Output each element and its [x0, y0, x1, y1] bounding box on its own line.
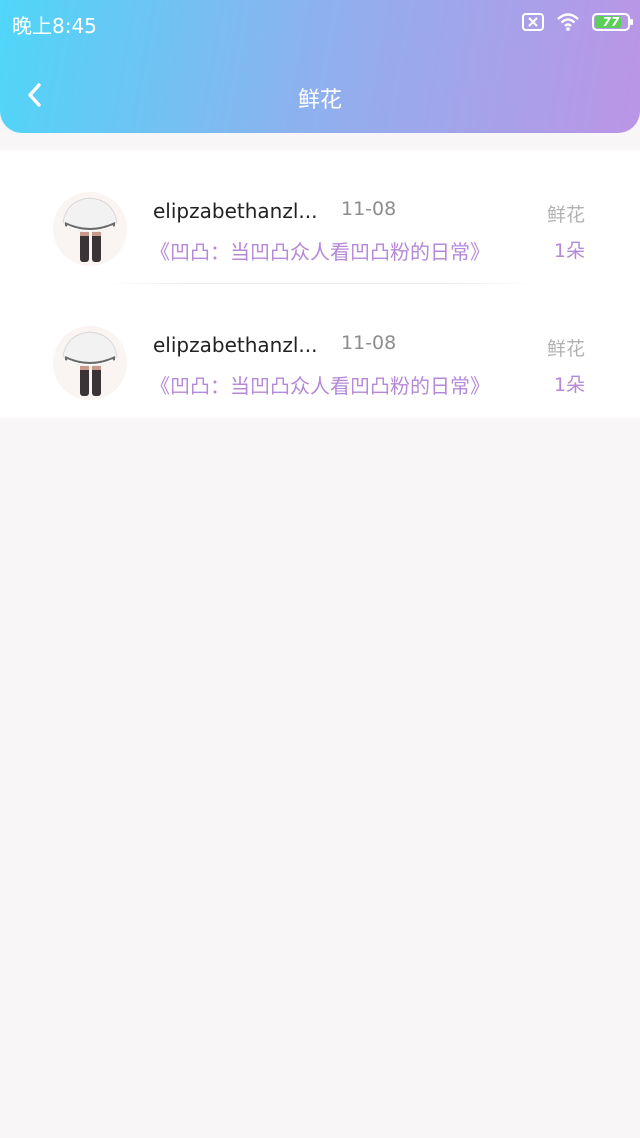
work-title-link[interactable]: 《凹凸：当凹凸众人看凹凸粉的日常》	[150, 370, 490, 399]
status-time: 晚上8:45	[12, 14, 97, 38]
gift-count: 1朵	[553, 240, 585, 262]
work-title-link[interactable]: 《凹凸：当凹凸众人看凹凸粉的日常》	[150, 236, 490, 265]
list-item[interactable]: elipzabethanzl... 11-08 鲜花 《凹凸：当凹凸众人看凹凸粉…	[0, 284, 640, 418]
username[interactable]: elipzabethanzl...	[153, 333, 318, 357]
battery-icon: 77	[592, 13, 633, 31]
wifi-icon	[556, 13, 580, 31]
list-item[interactable]: elipzabethanzl... 11-08 鲜花 《凹凸：当凹凸众人看凹凸粉…	[0, 150, 640, 284]
status-icons: 77	[522, 10, 633, 34]
gift-type-label: 鲜花	[546, 338, 585, 360]
username[interactable]: elipzabethanzl...	[153, 199, 318, 223]
battery-percent: 77	[602, 15, 620, 29]
flower-record-list: elipzabethanzl... 11-08 鲜花 《凹凸：当凹凸众人看凹凸粉…	[0, 150, 640, 418]
app-header: 晚上8:45 77 鲜花	[0, 0, 640, 133]
gift-count: 1朵	[553, 374, 585, 396]
gift-type-label: 鲜花	[546, 204, 585, 226]
date: 11-08	[341, 198, 397, 220]
date: 11-08	[341, 332, 397, 354]
page-title: 鲜花	[297, 88, 342, 113]
avatar[interactable]	[53, 326, 127, 400]
sim-x-icon	[522, 13, 544, 31]
avatar[interactable]	[53, 192, 127, 266]
